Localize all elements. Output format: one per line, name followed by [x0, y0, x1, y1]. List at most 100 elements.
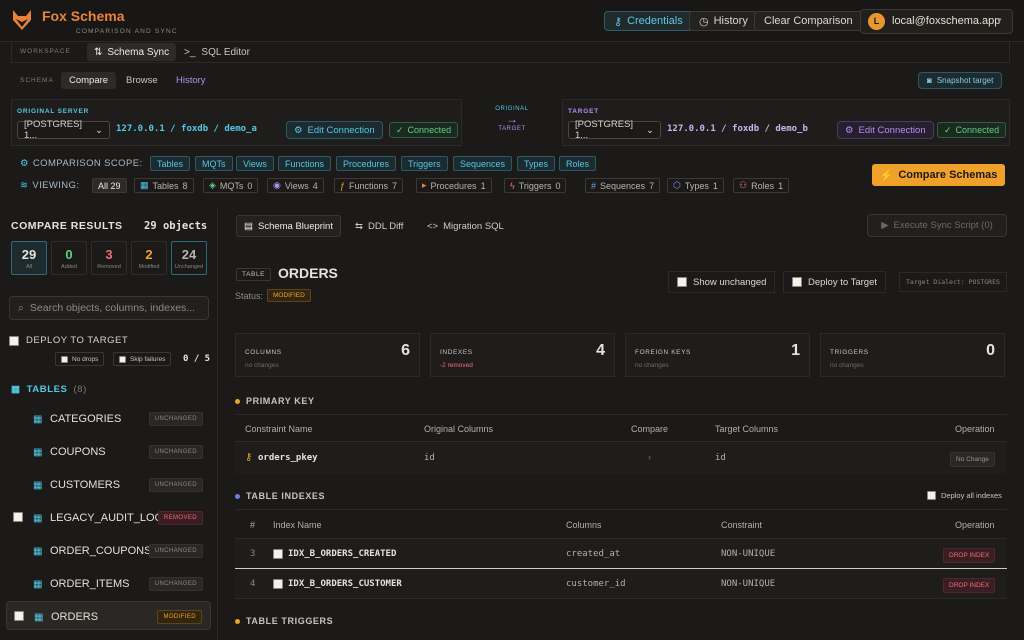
tab-schema-sync[interactable]: ⇅ Schema Sync [87, 43, 177, 61]
show-unchanged-checkbox[interactable] [677, 277, 687, 287]
avatar: L [868, 13, 885, 30]
tab-schema-blueprint[interactable]: ▤ Schema Blueprint [236, 215, 341, 237]
tab-compare[interactable]: Compare [61, 72, 117, 89]
terminal-icon: >_ [184, 46, 196, 58]
pk-target-columns: id [715, 453, 726, 463]
deploy-checkbox[interactable] [9, 335, 19, 346]
credentials-button[interactable]: ⚷ Credentials [604, 11, 693, 31]
tab-migration-sql[interactable]: <> Migration SQL [420, 215, 511, 237]
index-checkbox[interactable] [273, 579, 283, 589]
diff-icon: ⇆ [355, 220, 363, 232]
viewing-functions[interactable]: ƒ Functions 7 [334, 178, 404, 193]
stat-all[interactable]: 29 All [11, 241, 47, 275]
snapshot-target-button[interactable]: ◙ Snapshot target [918, 72, 1003, 89]
function-icon: ƒ [340, 180, 346, 191]
search-input[interactable]: ⌕ Search objects, columns, indexes... [9, 296, 209, 320]
scope-chip-procedures[interactable]: Procedures [336, 156, 397, 171]
clear-comparison-button[interactable]: Clear Comparison [754, 11, 863, 31]
show-unchanged-toggle[interactable]: Show unchanged [668, 271, 776, 293]
triggers-section-title: TABLE TRIGGERS [235, 616, 333, 626]
account-menu[interactable]: L local@foxschema.app ▾ [860, 9, 1013, 34]
deploy-to-target-option[interactable]: Deploy to Target [783, 271, 887, 293]
comparison-scope: ⚙ COMPARISON SCOPE: Tables MQTs Views Fu… [11, 151, 1010, 199]
deploy-all-indexes-checkbox[interactable] [927, 491, 936, 500]
original-status-badge: ✓ Connected [389, 122, 459, 138]
index-name: IDX_B_ORDERS_CREATED [288, 549, 397, 559]
stat-added[interactable]: 0 Added [51, 241, 87, 275]
scope-chip-functions[interactable]: Functions [278, 156, 332, 171]
history-button[interactable]: ◷ History [689, 11, 758, 31]
account-email: local@foxschema.app [892, 15, 1001, 27]
viewing-views[interactable]: ◉ Views 4 [267, 178, 324, 193]
workspace-label: WORKSPACE [20, 48, 71, 55]
table-item-order-items[interactable]: ▦ ORDER_ITEMS UNCHANGED [6, 569, 211, 598]
layers-icon: ≋ [20, 180, 29, 191]
status-badge: UNCHANGED [148, 445, 203, 459]
viewing-mqts[interactable]: ◈ MQTs 0 [203, 178, 259, 193]
tab-history[interactable]: History [168, 72, 214, 89]
status-badge: UNCHANGED [148, 412, 203, 426]
scope-chip-types[interactable]: Types [517, 156, 556, 171]
tab-sql-editor[interactable]: >_ SQL Editor [177, 43, 257, 61]
scope-chip-triggers[interactable]: Triggers [401, 156, 448, 171]
status-badge: MODIFIED [267, 289, 311, 302]
execute-sync-script-button[interactable]: ▶ Execute Sync Script (0) [867, 214, 1007, 237]
blueprint-icon: ▤ [244, 220, 253, 232]
tab-browse[interactable]: Browse [118, 72, 166, 89]
index-checkbox[interactable] [273, 549, 283, 559]
original-server-select[interactable]: [POSTGRES] 1... ⌄ [17, 119, 110, 141]
target-server-select[interactable]: [POSTGRES] 1... ⌄ [568, 119, 661, 141]
index-columns: customer_id [566, 579, 626, 589]
columns-card: COLUMNS no changes 6 [235, 333, 420, 377]
table-checkbox[interactable] [13, 512, 23, 522]
chevron-down-icon: ⌄ [646, 124, 654, 136]
viewing-triggers[interactable]: ϟ Triggers 0 [504, 178, 567, 193]
stat-removed[interactable]: 3 Removed [91, 241, 127, 275]
stat-modified[interactable]: 2 Modified [131, 241, 167, 275]
compare-schemas-button[interactable]: ⚡ Compare Schemas [872, 164, 1005, 186]
scope-chip-mqts[interactable]: MQTs [195, 156, 233, 171]
table-item-customers[interactable]: ▦ CUSTOMERS UNCHANGED [6, 470, 211, 499]
original-edit-connection-button[interactable]: ⚙ Edit Connection [286, 121, 383, 139]
stat-unchanged[interactable]: 24 Unchanged [171, 241, 207, 275]
viewing-tables[interactable]: ▦ Tables 8 [134, 178, 194, 193]
original-server-label: ORIGINAL SERVER [17, 108, 90, 115]
idx-header-number: # [250, 520, 256, 530]
scope-chip-views[interactable]: Views [236, 156, 274, 171]
table-item-coupons[interactable]: ▦ COUPONS UNCHANGED [6, 437, 211, 466]
primary-key-section-title: PRIMARY KEY [235, 396, 315, 406]
table-icon: ▦ [140, 180, 149, 190]
no-drops-option[interactable]: No drops [55, 352, 105, 366]
deploy-to-target-toggle[interactable]: DEPLOY TO TARGET [9, 335, 128, 346]
status-badge: UNCHANGED [148, 577, 203, 591]
skip-failures-option[interactable]: Skip failures [113, 352, 172, 366]
fox-logo-icon [13, 10, 31, 30]
viewing-all[interactable]: All 29 [92, 178, 127, 193]
scope-chip-roles[interactable]: Roles [559, 156, 597, 171]
table-icon: ▦ [33, 579, 43, 590]
target-edit-connection-button[interactable]: ⚙ Edit Connection [837, 121, 934, 139]
index-constraint: NON-UNIQUE [721, 579, 776, 589]
table-item-legacy-audit-log[interactable]: ▦ LEGACY_AUDIT_LOG REMOVED [6, 503, 211, 532]
viewing-types[interactable]: ⬡ Types 1 [667, 178, 724, 193]
table-item-categories[interactable]: ▦ CATEGORIES UNCHANGED [6, 404, 211, 433]
key-icon: ⚷ [614, 15, 623, 28]
deploy-target-checkbox[interactable] [792, 277, 802, 287]
viewing-procedures[interactable]: ▸ Procedures 1 [416, 178, 492, 193]
viewing-roles[interactable]: ⚇ Roles 1 [733, 178, 790, 193]
app-subtitle: COMPARISON AND SYNC [76, 28, 178, 35]
tab-ddl-diff[interactable]: ⇆ DDL Diff [348, 215, 410, 237]
table-item-orders[interactable]: ▦ ORDERS MODIFIED [6, 601, 211, 630]
app-name: Fox Schema [42, 8, 125, 24]
scope-chip-tables[interactable]: Tables [150, 156, 191, 171]
triggers-card: TRIGGERS no changes 0 [820, 333, 1005, 377]
table-item-order-coupons[interactable]: ▦ ORDER_COUPONS UNCHANGED [6, 536, 211, 565]
target-dialect: Target Dialect: POSTGRES [899, 272, 1007, 292]
viewing-sequences[interactable]: # Sequences 7 [585, 178, 661, 193]
tables-group-header[interactable]: ▦ TABLES (8) [11, 384, 87, 395]
deploy-all-indexes-toggle[interactable]: Deploy all indexes [927, 491, 1002, 500]
settings-icon: ⚙ [20, 158, 29, 169]
eye-icon: ◉ [273, 180, 281, 190]
table-checkbox[interactable] [14, 611, 24, 621]
scope-chip-sequences[interactable]: Sequences [453, 156, 513, 171]
